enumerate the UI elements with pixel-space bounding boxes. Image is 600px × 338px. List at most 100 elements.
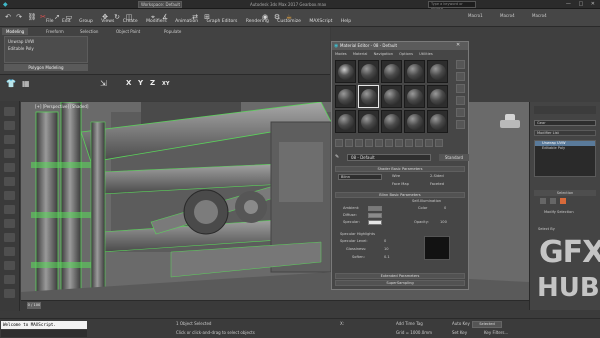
sample-slot[interactable] <box>358 60 379 83</box>
menu-item-views[interactable]: Views <box>101 19 114 24</box>
tab-freeform[interactable]: Freeform <box>42 28 68 35</box>
axis-xy-button[interactable]: XY <box>162 81 169 87</box>
window-controls[interactable]: — □ ✕ <box>566 0 598 9</box>
put-to-scene-icon[interactable] <box>345 139 353 147</box>
sample-type-icon[interactable] <box>456 60 465 69</box>
tool-icon-10[interactable] <box>4 233 15 242</box>
color-checkbox[interactable]: Color <box>418 206 427 210</box>
show-map-icon[interactable] <box>415 139 423 147</box>
get-material-icon[interactable] <box>335 139 343 147</box>
sample-slot[interactable] <box>335 85 356 108</box>
sample-slot[interactable] <box>381 60 402 83</box>
ribbon-editpoly-label[interactable]: Editable Poly <box>5 46 87 51</box>
tool-icon-11[interactable] <box>4 247 15 256</box>
med-menu-utilities[interactable]: Utilities <box>419 52 433 56</box>
search-input[interactable]: Type a keyword or phrase <box>428 1 476 11</box>
specular-level-value[interactable]: 0 <box>384 239 386 243</box>
workspace-dropdown[interactable]: Workspace: Default <box>138 1 182 8</box>
vertex-icon[interactable] <box>540 198 546 204</box>
sample-slot[interactable] <box>427 85 448 108</box>
close-icon[interactable]: ✕ <box>456 42 460 48</box>
go-sibling-icon[interactable] <box>435 139 443 147</box>
set-key-button[interactable]: Set Key <box>452 330 467 335</box>
axis-y-button[interactable]: Y <box>138 79 143 87</box>
stack-item-editpoly[interactable]: Editable Poly <box>535 146 595 151</box>
menu-item-help[interactable]: Help <box>341 19 351 24</box>
object-name-field[interactable]: Gear <box>534 120 596 126</box>
menu-item-customize[interactable]: Customize <box>277 19 301 24</box>
sample-slot[interactable] <box>358 110 379 133</box>
assign-material-icon[interactable] <box>355 139 363 147</box>
med-menu-modes[interactable]: Modes <box>335 52 347 56</box>
menu-item-file[interactable]: File <box>46 19 54 24</box>
tab-selection[interactable]: Selection <box>76 28 102 35</box>
sample-slot[interactable] <box>404 85 425 108</box>
macro-button-1[interactable]: Macro1 <box>468 13 483 18</box>
shirt-icon[interactable]: 👕 <box>6 79 16 88</box>
tab-modeling[interactable]: Modeling <box>2 28 29 35</box>
eyedropper-icon[interactable]: ✎ <box>335 154 339 160</box>
macro-button-3[interactable]: Macro4 <box>532 13 547 18</box>
link-icon[interactable]: ⛓ <box>27 12 37 23</box>
tool-icon-3[interactable] <box>4 135 15 144</box>
menu-item-rendering[interactable]: Rendering <box>246 19 269 24</box>
color-value[interactable]: 0 <box>444 206 446 210</box>
diffuse-swatch[interactable] <box>368 213 382 218</box>
menu-item-edit[interactable]: Edit <box>62 19 71 24</box>
blinn-basic-rollout[interactable]: Blinn Basic Parameters <box>335 192 465 198</box>
ambient-swatch[interactable] <box>368 206 382 211</box>
maxscript-listener[interactable]: Welcome to MAXScript. <box>1 321 87 329</box>
specular-swatch[interactable] <box>368 220 382 225</box>
put-to-library-icon[interactable] <box>395 139 403 147</box>
tab-object-paint[interactable]: Object Paint <box>112 28 144 35</box>
options-icon[interactable] <box>456 120 465 129</box>
menu-item-create[interactable]: Create <box>123 19 138 24</box>
tool-icon-13[interactable] <box>4 275 15 284</box>
faceted-checkbox[interactable]: Faceted <box>430 182 444 186</box>
menu-item-animation[interactable]: Animation <box>175 19 198 24</box>
selected-dropdown[interactable]: Selected <box>472 321 502 328</box>
menu-item-graph-editors[interactable]: Graph Editors <box>207 19 238 24</box>
redo-icon[interactable]: ↷ <box>14 12 24 23</box>
med-menu-options[interactable]: Options <box>399 52 413 56</box>
timeline[interactable]: 0 / 100 <box>21 300 529 310</box>
face-map-checkbox[interactable]: Face Map <box>392 182 409 186</box>
maxscript-input[interactable] <box>1 330 87 337</box>
material-editor-titlebar[interactable]: Material Editor - 08 - Default <box>332 42 468 50</box>
sample-slot[interactable] <box>404 60 425 83</box>
polygon-icon[interactable] <box>560 198 566 204</box>
extended-params-rollout[interactable]: Extended Parameters <box>335 273 465 279</box>
edge-icon[interactable] <box>550 198 556 204</box>
axis-z-button[interactable]: Z <box>150 79 155 87</box>
sample-slot[interactable] <box>427 60 448 83</box>
polygon-modeling-bar[interactable]: Polygon Modeling <box>4 64 88 71</box>
tool-icon-14[interactable] <box>4 289 15 298</box>
sample-slot[interactable] <box>427 110 448 133</box>
menu-item-group[interactable]: Group <box>79 19 93 24</box>
sample-slot-selected[interactable] <box>358 85 379 108</box>
menu-item-maxscript[interactable]: MAXScript <box>309 19 332 24</box>
tool-icon-8[interactable] <box>4 205 15 214</box>
sample-slot[interactable] <box>381 110 402 133</box>
grid-icon[interactable]: ▦ <box>22 79 30 88</box>
soften-value[interactable]: 0.1 <box>384 255 390 259</box>
reset-map-icon[interactable] <box>365 139 373 147</box>
wire-checkbox[interactable]: Wire <box>392 174 400 178</box>
backlight-icon[interactable] <box>456 72 465 81</box>
shader-dropdown[interactable]: Blinn <box>338 174 382 180</box>
viewcube-base[interactable] <box>500 120 520 128</box>
arrows-icon[interactable]: ⇲ <box>100 79 107 88</box>
two-sided-checkbox[interactable]: 2-Sided <box>430 174 444 178</box>
background-icon[interactable] <box>456 84 465 93</box>
macro-button-2[interactable]: Macro4 <box>500 13 515 18</box>
uv-tiling-icon[interactable] <box>456 96 465 105</box>
viewport-label[interactable]: [+] [Perspective] [Shaded] <box>35 104 89 109</box>
unique-icon[interactable] <box>385 139 393 147</box>
sample-slot[interactable] <box>335 60 356 83</box>
selection-rollout[interactable]: Selection <box>534 190 596 196</box>
sample-slot[interactable] <box>335 110 356 133</box>
undo-icon[interactable]: ↶ <box>3 12 13 23</box>
sample-slot[interactable] <box>381 85 402 108</box>
add-time-tag[interactable]: Add Time Tag <box>396 321 423 326</box>
copy-material-icon[interactable] <box>375 139 383 147</box>
